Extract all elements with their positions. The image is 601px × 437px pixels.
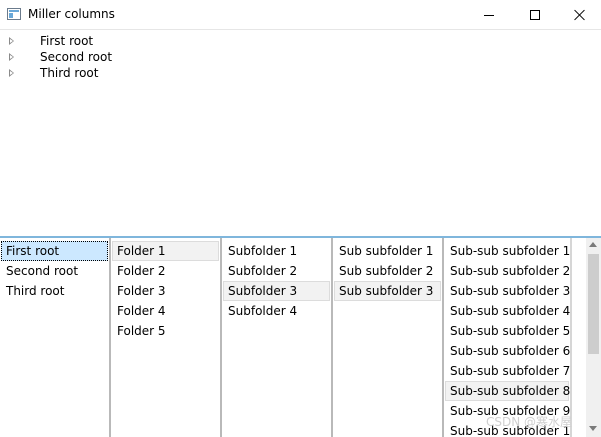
scroll-up-icon[interactable] (589, 242, 597, 247)
column-item[interactable]: Sub-sub subfolder 1 (445, 241, 570, 261)
column-item[interactable]: Sub-sub subfolder 5 (445, 321, 570, 341)
column-item[interactable]: Third root (1, 281, 108, 301)
tree-item[interactable]: Second root (0, 49, 601, 65)
miller-columns: First root Second root Third root Folder 1… (0, 236, 601, 437)
column-item[interactable]: Sub-sub subfolder 8 (445, 381, 570, 401)
minimize-icon (484, 14, 494, 16)
column-item[interactable]: Sub subfolder 1 (334, 241, 441, 261)
tree-view: First root Second root Third root (0, 33, 601, 81)
column-item[interactable]: Folder 4 (112, 301, 219, 321)
column-item[interactable]: Folder 2 (112, 261, 219, 281)
minimize-button[interactable] (466, 0, 512, 30)
column-4: Sub subfolder 1 Sub subfolder 2 Sub subfol… (333, 238, 442, 437)
column-3: Subfolder 1 Subfolder 2 Subfolder 3 Subfold… (222, 238, 331, 437)
scroll-thumb[interactable] (588, 254, 599, 354)
column-divider[interactable] (570, 238, 572, 437)
column-item[interactable]: Sub-sub subfolder 3 (445, 281, 570, 301)
close-button[interactable] (557, 0, 601, 30)
tree-item-label: First root (40, 34, 94, 48)
column-item[interactable]: Sub subfolder 2 (334, 261, 441, 281)
column-2: Folder 1 Folder 2 Folder 3 Folder 4 Folder 5 (111, 238, 220, 437)
column-item[interactable]: Sub-sub subfolder 6 (445, 341, 570, 361)
column-item[interactable]: Folder 5 (112, 321, 219, 341)
column-item[interactable]: Sub subfolder 3 (334, 281, 441, 301)
column-item[interactable]: Subfolder 2 (223, 261, 330, 281)
scroll-down-icon[interactable] (589, 426, 597, 431)
tree-item[interactable]: Third root (0, 65, 601, 81)
window-title: Miller columns (28, 7, 115, 21)
watermark: CSDN @寒水屋 (486, 415, 573, 429)
tree-item-label: Third root (40, 66, 99, 80)
title-bar: Miller columns (0, 0, 601, 30)
app-window-icon (7, 8, 21, 20)
column-5: Sub-sub subfolder 1 Sub-sub subfolder 2 Su… (444, 238, 572, 437)
close-icon (574, 9, 586, 21)
expand-arrow-icon[interactable] (9, 53, 14, 61)
column-item[interactable]: Subfolder 3 (223, 281, 330, 301)
tree-item[interactable]: First root (0, 33, 601, 49)
column-item[interactable]: Subfolder 4 (223, 301, 330, 321)
column-item[interactable]: Sub-sub subfolder 4 (445, 301, 570, 321)
maximize-icon (530, 10, 540, 20)
column-item[interactable]: Folder 3 (112, 281, 219, 301)
maximize-button[interactable] (512, 0, 558, 30)
tree-item-label: Second root (40, 50, 113, 64)
expand-arrow-icon[interactable] (9, 69, 14, 77)
column-item[interactable]: Sub-sub subfolder 7 (445, 361, 570, 381)
column-1: First root Second root Third root (0, 238, 109, 437)
column-item[interactable]: Folder 1 (112, 241, 219, 261)
column-item[interactable]: Sub-sub subfolder 2 (445, 261, 570, 281)
expand-arrow-icon[interactable] (9, 37, 14, 45)
vertical-scrollbar[interactable] (586, 238, 601, 437)
column-item[interactable]: Second root (1, 261, 108, 281)
column-item[interactable]: Subfolder 1 (223, 241, 330, 261)
column-item[interactable]: First root (1, 241, 108, 261)
